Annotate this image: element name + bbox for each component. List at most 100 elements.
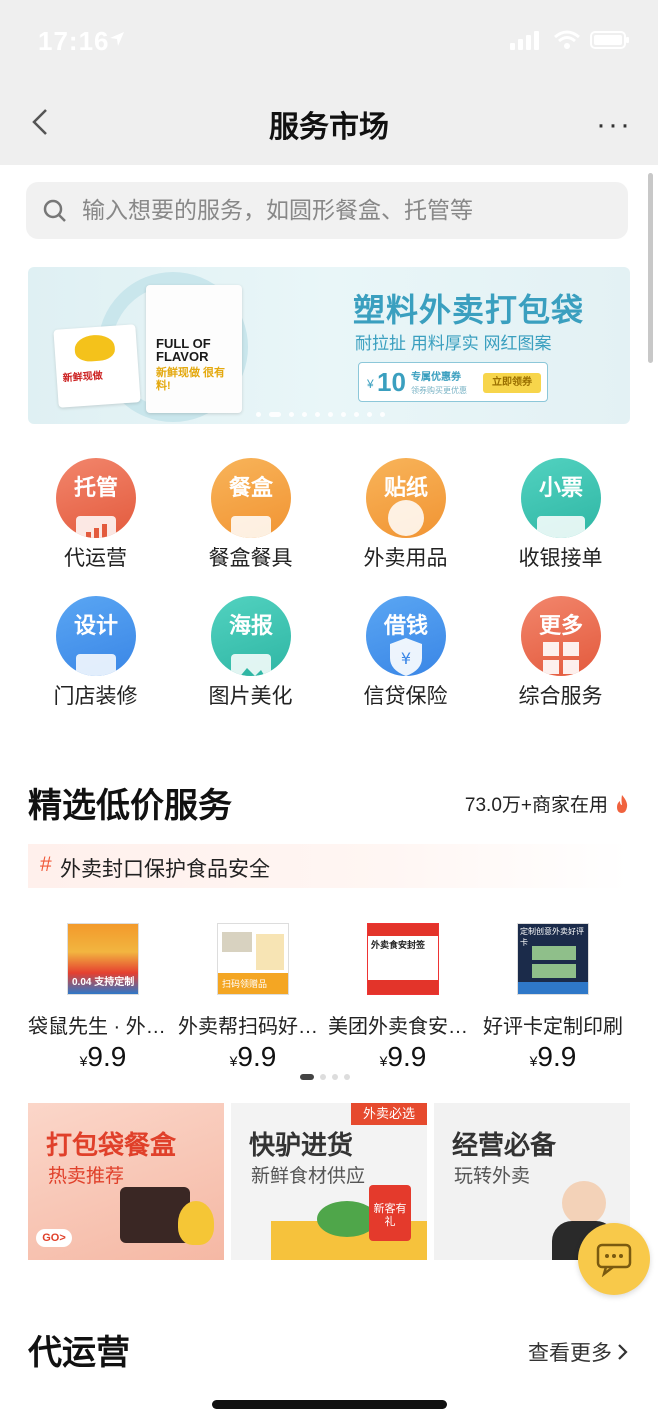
product-card[interactable]: 外卖食安封签 美团外卖食安封签 ¥9.9 (328, 917, 478, 1077)
product-carousel[interactable]: 0.04 支持定制 袋鼠先生 · 外卖封口贴 ¥9.9 扫码领赠品 外卖帮扫码好… (28, 917, 630, 1077)
product-price: ¥9.9 (79, 1041, 127, 1072)
product-image: 扫码领赠品 (217, 923, 289, 995)
flame-icon (617, 794, 628, 813)
main-content[interactable]: 新鲜现做 FULL OF FLAVOR 新鲜现做 很有料! 塑料外卖打包袋 耐拉… (0, 165, 658, 1425)
avatar (562, 1181, 606, 1225)
promo-tag: 外卖必选 (351, 1103, 427, 1125)
category-item-shouyin[interactable]: 小票 收银接单 (483, 458, 638, 588)
wifi-icon (554, 30, 580, 49)
status-bar: 17:16 (0, 0, 658, 80)
bag-image: 新鲜现做 (53, 324, 141, 408)
product-price: ¥9.9 (529, 1041, 577, 1072)
search-input[interactable] (82, 197, 602, 224)
promo-banner[interactable]: 新鲜现做 FULL OF FLAVOR 新鲜现做 很有料! 塑料外卖打包袋 耐拉… (28, 267, 630, 424)
search-bar[interactable] (26, 182, 628, 239)
product-name: 美团外卖食安封签 (328, 1016, 478, 1038)
banner-title: 塑料外卖打包袋 (353, 292, 585, 328)
home-indicator[interactable] (212, 1400, 447, 1409)
nav-bar: 服务市场 ··· (0, 80, 658, 165)
category-label: 综合服务 (518, 685, 603, 708)
pagination-dot (256, 412, 261, 417)
pagination-dot (341, 412, 346, 417)
pagination-dot (380, 412, 385, 417)
promo-card-kuailv[interactable]: 外卖必选 快驴进货 新鲜食材供应 新客有礼 (231, 1103, 427, 1260)
more-button[interactable]: ··· (596, 108, 632, 142)
pagination-dot (328, 412, 333, 417)
pagination-dot (289, 412, 294, 417)
merchant-count: 73.0万+商家在用 (465, 790, 630, 817)
pagination-dot (354, 412, 359, 417)
pagination-dot (332, 1074, 338, 1080)
category-item-waimai-yongpin[interactable]: 贴纸 外卖用品 (328, 458, 483, 588)
banner-pagination (256, 412, 385, 417)
brush-icon: 设计 (56, 596, 136, 676)
coupon-currency: ¥ (367, 377, 374, 391)
product-card[interactable]: 0.04 支持定制 袋鼠先生 · 外卖封口贴 ¥9.9 (28, 917, 178, 1077)
pagination-dot (320, 1074, 326, 1080)
category-label: 收银接单 (518, 547, 603, 570)
coupon-note: 领券购买更优惠 (411, 386, 467, 395)
view-more-link[interactable]: 查看更多 (528, 1337, 630, 1367)
category-label: 信贷保险 (363, 685, 448, 708)
signal-icon (510, 31, 539, 50)
pagination-dot (315, 412, 320, 417)
gift-envelope: 新客有礼 (369, 1185, 411, 1241)
sticker-icon: 贴纸 (366, 458, 446, 538)
grid-icon: 更多 (521, 596, 601, 676)
category-label: 外卖用品 (363, 547, 448, 570)
tagline-strip: # 外卖封口保护食品安全 (28, 844, 629, 888)
pagination-dot-active (300, 1074, 314, 1080)
product-pagination (300, 1074, 350, 1080)
claim-coupon-button[interactable]: 立即领券 (483, 373, 541, 393)
product-price: ¥9.9 (379, 1041, 427, 1072)
category-item-tupian[interactable]: 海报 图片美化 (173, 596, 328, 726)
status-icons (510, 30, 630, 50)
product-name: 外卖帮扫码好评贴 (178, 1016, 328, 1038)
pagination-dot (302, 412, 307, 417)
category-item-mendian[interactable]: 设计 门店装修 (18, 596, 173, 726)
chart-icon: 托管 (56, 458, 136, 538)
chat-icon (596, 1243, 632, 1277)
mascot-image (178, 1201, 214, 1245)
section-title-daiyunying: 代运营 (28, 1334, 130, 1372)
shield-yen-icon: 借钱 ¥ (366, 596, 446, 676)
category-label: 图片美化 (208, 685, 293, 708)
tagline-text: 外卖封口保护食品安全 (60, 858, 270, 881)
bag-image: FULL OF FLAVOR 新鲜现做 很有料! (146, 285, 242, 413)
category-label: 代运营 (64, 547, 127, 570)
category-item-daiyunying[interactable]: 托管 代运营 (18, 458, 173, 588)
product-image: 外卖食安封签 (367, 923, 439, 995)
battery-icon (590, 31, 629, 49)
chat-button[interactable] (578, 1223, 650, 1295)
pagination-dot (367, 412, 372, 417)
product-image: 定制创意外卖好评卡 (517, 923, 589, 995)
location-arrow-icon (110, 32, 124, 46)
search-icon (43, 199, 66, 222)
banner-subtitle: 耐拉扯 用料厚实 网红图案 (355, 334, 552, 353)
product-card[interactable]: 定制创意外卖好评卡 好评卡定制印刷 ¥9.9 (478, 917, 628, 1077)
category-item-canhe[interactable]: 餐盒 餐盒餐具 (173, 458, 328, 588)
product-image: 0.04 支持定制 (67, 923, 139, 995)
promo-card-packaging[interactable]: 打包袋餐盒 热卖推荐 GO> (28, 1103, 224, 1260)
box-icon: 餐盒 (211, 458, 291, 538)
product-name: 好评卡定制印刷 (483, 1016, 623, 1038)
product-card[interactable]: 扫码领赠品 外卖帮扫码好评贴 ¥9.9 (178, 917, 328, 1077)
go-badge: GO> (36, 1229, 72, 1247)
status-time: 17:16 (38, 26, 110, 56)
category-item-zonghe[interactable]: 更多 综合服务 (483, 596, 638, 726)
coupon-card[interactable]: ¥ 10 专属优惠券 领券购买更优惠 立即领券 (358, 362, 548, 402)
printer-icon: 小票 (521, 458, 601, 538)
coupon-amount: 10 (377, 367, 406, 397)
vegetable-image (317, 1201, 377, 1237)
pagination-dot (344, 1074, 350, 1080)
product-name: 袋鼠先生 · 外卖封口贴 (28, 1016, 178, 1038)
pagination-dot-active (269, 412, 281, 417)
category-label: 门店装修 (53, 685, 138, 708)
coupon-label: 专属优惠券 (411, 372, 461, 383)
category-item-xindai[interactable]: 借钱 ¥ 信贷保险 (328, 596, 483, 726)
product-price: ¥9.9 (229, 1041, 277, 1072)
chevron-right-icon (618, 1344, 628, 1360)
section-title-featured: 精选低价服务 (28, 787, 232, 825)
scrollbar[interactable] (648, 173, 653, 363)
category-label: 餐盒餐具 (208, 547, 293, 570)
